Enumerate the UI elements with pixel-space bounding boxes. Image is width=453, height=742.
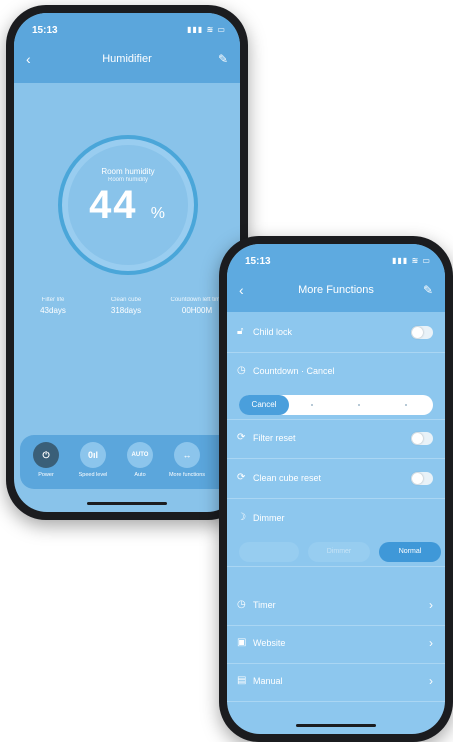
- page-title: Humidifier: [102, 53, 152, 65]
- dimmer-label: Dimmer: [253, 513, 285, 523]
- row-website[interactable]: ▣ Website ›: [227, 625, 445, 664]
- stat-value: 318days: [110, 306, 142, 315]
- lock-icon: 🔓︎: [237, 326, 244, 337]
- row-clean-cube-reset: ⟳ Clean cube reset: [227, 460, 445, 499]
- speed-level-button[interactable]: 0ıl Speed level: [73, 442, 113, 478]
- filter-reset-toggle[interactable]: [411, 432, 433, 445]
- dimmer-off-option[interactable]: [239, 542, 299, 562]
- power-label: Power: [38, 472, 54, 478]
- stat-label: Filter life: [41, 297, 65, 303]
- countdown-cancel-option[interactable]: Cancel: [239, 395, 289, 415]
- countdown-step[interactable]: [311, 404, 313, 406]
- edit-icon[interactable]: ✎: [218, 41, 228, 77]
- auto-label: Auto: [134, 472, 146, 478]
- reset-icon: ⟳: [237, 472, 246, 483]
- moon-icon: ☽: [237, 512, 246, 523]
- back-icon[interactable]: ‹: [26, 41, 31, 77]
- system-status-icons: ▮▮▮ ≋ ▭: [187, 25, 226, 34]
- power-icon: ⏻: [33, 442, 59, 468]
- dimmer-option[interactable]: Dimmer: [308, 542, 370, 562]
- more-functions-button[interactable]: ↔ More functions: [167, 442, 207, 478]
- row-dimmer: ☽ Dimmer Dimmer Normal: [227, 500, 445, 567]
- nav-bar: ‹ More Functions ✎: [227, 272, 445, 308]
- humidity-unit: %: [150, 205, 167, 222]
- more-functions-screen: 15:13 ▮▮▮ ≋ ▭ ‹ More Functions ✎ 🔓︎ Chil…: [227, 244, 445, 734]
- more-functions-label: More functions: [168, 472, 206, 478]
- clean-cube-reset-toggle[interactable]: [411, 472, 433, 485]
- stat-value: 43days: [40, 306, 66, 315]
- row-filter-reset: ⟳ Filter reset: [227, 420, 445, 459]
- child-lock-label: Child lock: [253, 327, 293, 337]
- stats-row: Filter life 43days Clean cube 318days Co…: [14, 297, 240, 325]
- edit-icon[interactable]: ✎: [423, 272, 433, 308]
- home-indicator[interactable]: [87, 502, 167, 505]
- system-status-icons: ▮▮▮ ≋ ▭: [392, 256, 431, 265]
- speed-level-icon: 0ıl: [80, 442, 106, 468]
- home-indicator[interactable]: [296, 724, 376, 727]
- countdown-step[interactable]: [405, 404, 407, 406]
- countdown-label: Countdown · Cancel: [253, 366, 335, 376]
- timer-label: Timer: [253, 600, 276, 610]
- stat-label: Clean cube: [110, 297, 142, 303]
- humidity-label: Room humidity: [101, 167, 155, 176]
- chevron-right-icon: ›: [429, 674, 433, 688]
- countdown-step[interactable]: [358, 404, 360, 406]
- auto-button[interactable]: AUTO Auto: [120, 442, 160, 478]
- manual-label: Manual: [253, 676, 283, 686]
- clock-icon: ◷: [237, 365, 246, 376]
- reset-icon: ⟳: [237, 432, 246, 443]
- dimmer-normal-option[interactable]: Normal: [379, 542, 441, 562]
- phone-humidifier: 15:13 ▮▮▮ ≋ ▭ ‹ Humidifier ✎ Room humidi…: [6, 5, 248, 520]
- status-time: 15:13: [32, 25, 58, 36]
- website-label: Website: [253, 638, 286, 648]
- humidity-gauge: Room humidity Room humidity 44 %: [58, 135, 198, 275]
- filter-reset-label: Filter reset: [253, 433, 296, 443]
- speed-level-label: Speed level: [78, 472, 108, 478]
- page-title: More Functions: [298, 284, 374, 296]
- countdown-selector[interactable]: Cancel: [239, 395, 433, 415]
- control-bar: ⏻ Power 0ıl Speed level AUTO Auto ↔ More…: [20, 435, 234, 489]
- nav-bar: ‹ Humidifier ✎: [14, 41, 240, 77]
- status-time: 15:13: [245, 256, 271, 267]
- humidifier-screen: 15:13 ▮▮▮ ≋ ▭ ‹ Humidifier ✎ Room humidi…: [14, 13, 240, 512]
- humidity-value: 44 %: [62, 183, 194, 228]
- back-icon[interactable]: ‹: [239, 272, 244, 308]
- status-bar: 15:13 ▮▮▮ ≋ ▭: [14, 13, 240, 39]
- clock-icon: ◷: [237, 599, 246, 610]
- stat-clean-cube: Clean cube 318days: [91, 297, 161, 315]
- stat-filter-life: Filter life 43days: [18, 297, 88, 315]
- power-button[interactable]: ⏻ Power: [26, 442, 66, 478]
- row-child-lock: 🔓︎ Child lock: [227, 314, 445, 353]
- child-lock-toggle[interactable]: [411, 326, 433, 339]
- auto-icon: AUTO: [127, 442, 153, 468]
- website-icon: ▣: [237, 637, 247, 648]
- status-bar: 15:13 ▮▮▮ ≋ ▭: [227, 244, 445, 270]
- row-timer[interactable]: ◷ Timer ›: [227, 587, 445, 626]
- chevron-right-icon: ›: [429, 636, 433, 650]
- row-manual[interactable]: ▤ Manual ›: [227, 663, 445, 702]
- humidity-number: 44: [89, 183, 138, 227]
- manual-icon: ▤: [237, 675, 247, 686]
- dimmer-selector: Dimmer Normal: [239, 542, 441, 562]
- clean-cube-reset-label: Clean cube reset: [253, 473, 322, 483]
- chevron-right-icon: ›: [429, 598, 433, 612]
- more-functions-icon: ↔: [174, 442, 200, 468]
- phone-more-functions: 15:13 ▮▮▮ ≋ ▭ ‹ More Functions ✎ 🔓︎ Chil…: [219, 236, 453, 742]
- row-countdown: ◷ Countdown · Cancel Cancel: [227, 353, 445, 420]
